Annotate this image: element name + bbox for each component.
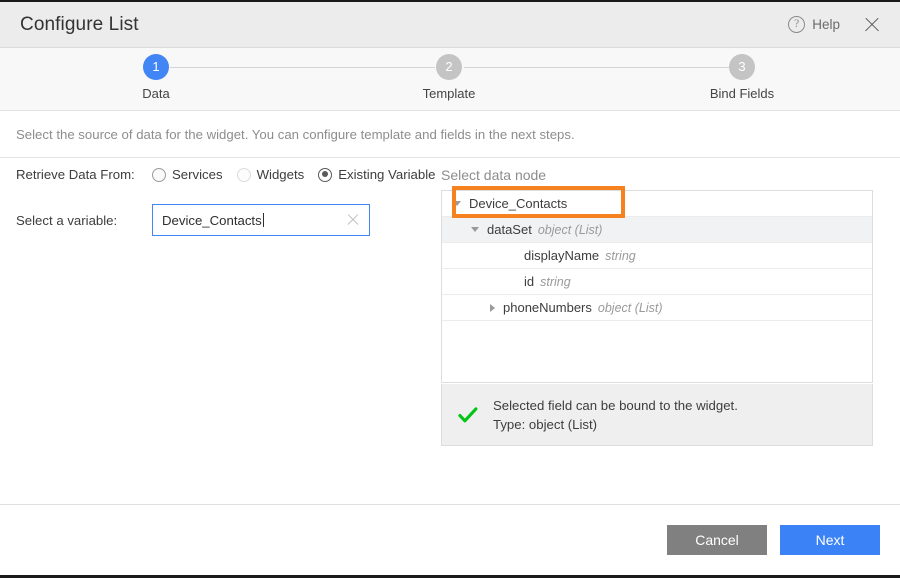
radio-dot-widgets bbox=[237, 168, 251, 182]
status-text-group: Selected field can be bound to the widge… bbox=[493, 398, 738, 432]
green-check-icon bbox=[457, 404, 479, 426]
tree-row[interactable]: phoneNumbers object (List) bbox=[442, 295, 872, 321]
text-caret bbox=[263, 213, 264, 227]
tree-row[interactable]: dataSet object (List) bbox=[442, 217, 872, 243]
tree-node-label: phoneNumbers bbox=[503, 300, 592, 315]
retrieve-data-row: Retrieve Data From: Services Widgets Exi… bbox=[16, 167, 449, 182]
step-label-data: Data bbox=[96, 86, 216, 101]
step-label-template: Template bbox=[389, 86, 509, 101]
next-button[interactable]: Next bbox=[780, 525, 880, 555]
tree-node-type: string bbox=[605, 249, 636, 263]
description-bar: Select the source of data for the widget… bbox=[0, 111, 900, 158]
step-connector-2-3 bbox=[464, 67, 729, 68]
step-number-1: 1 bbox=[143, 54, 169, 80]
close-icon[interactable] bbox=[862, 15, 882, 35]
chevron-right-icon[interactable] bbox=[490, 304, 495, 312]
radio-option-widgets[interactable]: Widgets bbox=[237, 167, 305, 182]
data-source-pane: Retrieve Data From: Services Widgets Exi… bbox=[0, 158, 441, 504]
question-circle-icon: ? bbox=[788, 16, 805, 33]
description-text: Select the source of data for the widget… bbox=[16, 127, 575, 142]
step-number-3: 3 bbox=[729, 54, 755, 80]
dialog-header: Configure List ? Help bbox=[0, 2, 900, 48]
dialog-footer: Cancel Next bbox=[0, 505, 900, 575]
radio-option-existing-variable[interactable]: Existing Variable bbox=[318, 167, 435, 182]
step-data[interactable]: 1 Data bbox=[96, 54, 216, 101]
dialog-body: Retrieve Data From: Services Widgets Exi… bbox=[0, 158, 900, 505]
radio-label-services: Services bbox=[172, 167, 223, 182]
variable-input[interactable]: Device_Contacts bbox=[152, 204, 370, 236]
status-type: Type: object (List) bbox=[493, 417, 738, 432]
tree-row[interactable]: displayName string bbox=[442, 243, 872, 269]
chevron-down-icon[interactable] bbox=[471, 227, 479, 232]
tree-node-type: object (List) bbox=[538, 223, 603, 237]
help-button[interactable]: ? Help bbox=[788, 16, 840, 33]
wizard-stepper: 1 Data 2 Template 3 Bind Fields bbox=[0, 48, 900, 111]
radio-label-widgets: Widgets bbox=[257, 167, 305, 182]
retrieve-data-label: Retrieve Data From: bbox=[16, 167, 152, 182]
clear-x-icon[interactable] bbox=[346, 213, 360, 227]
step-connector-1-2 bbox=[170, 67, 435, 68]
step-label-bind-fields: Bind Fields bbox=[682, 86, 802, 101]
select-variable-row: Select a variable: Device_Contacts bbox=[16, 204, 370, 236]
select-variable-label: Select a variable: bbox=[16, 213, 152, 228]
radio-dot-services bbox=[152, 168, 166, 182]
tree-node-type: string bbox=[540, 275, 571, 289]
tree-node-label: Device_Contacts bbox=[469, 196, 567, 211]
help-label: Help bbox=[812, 17, 840, 32]
status-message: Selected field can be bound to the widge… bbox=[493, 398, 738, 413]
tree-node-label: dataSet bbox=[487, 222, 532, 237]
page-title: Configure List bbox=[20, 14, 139, 36]
data-node-pane: Select data node Device_Contacts dataSet… bbox=[441, 158, 900, 504]
retrieve-data-radio-group: Services Widgets Existing Variable bbox=[152, 167, 449, 182]
variable-input-value: Device_Contacts bbox=[162, 213, 346, 228]
step-bind-fields[interactable]: 3 Bind Fields bbox=[682, 54, 802, 101]
select-data-node-label: Select data node bbox=[441, 167, 546, 183]
tree-node-label: id bbox=[524, 274, 534, 289]
radio-label-existing-variable: Existing Variable bbox=[338, 167, 435, 182]
chevron-down-icon[interactable] bbox=[453, 201, 461, 206]
step-number-2: 2 bbox=[436, 54, 462, 80]
tree-node-label: displayName bbox=[524, 248, 599, 263]
tree-row[interactable]: id string bbox=[442, 269, 872, 295]
radio-option-services[interactable]: Services bbox=[152, 167, 223, 182]
data-node-tree: Device_Contacts dataSet object (List) di… bbox=[441, 190, 873, 383]
status-panel: Selected field can be bound to the widge… bbox=[441, 384, 873, 446]
radio-dot-existing-variable bbox=[318, 168, 332, 182]
tree-node-type: object (List) bbox=[598, 301, 663, 315]
tree-row[interactable]: Device_Contacts bbox=[442, 191, 872, 217]
configure-list-dialog: Configure List ? Help 1 Data 2 Template … bbox=[0, 0, 900, 578]
cancel-button[interactable]: Cancel bbox=[667, 525, 767, 555]
step-template[interactable]: 2 Template bbox=[389, 54, 509, 101]
